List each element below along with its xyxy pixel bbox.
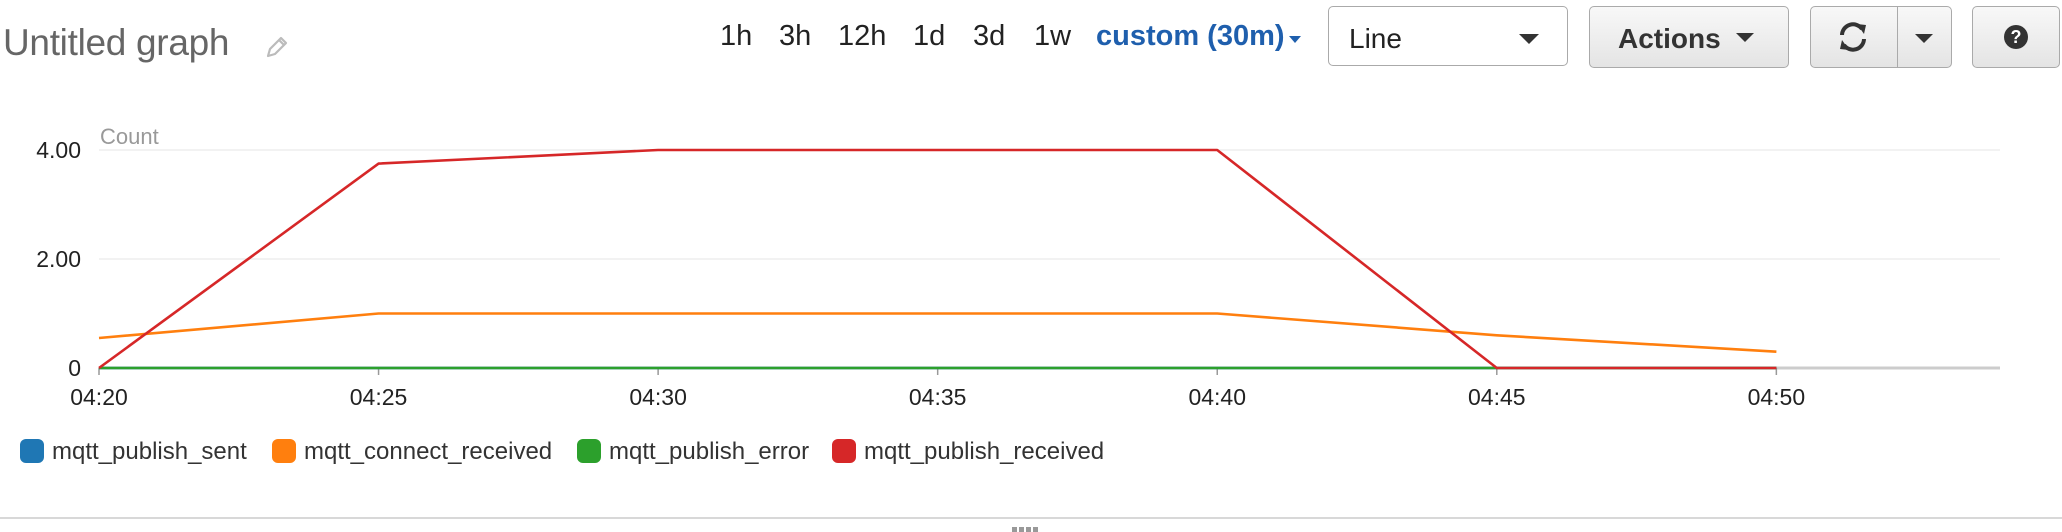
x-tick-label: 04:50 (1748, 384, 1806, 410)
chevron-down-icon[interactable] (1289, 36, 1301, 43)
caret-down-icon (1915, 34, 1933, 43)
x-tick-label: 04:40 (1188, 384, 1246, 410)
y-axis-label: Count (100, 124, 159, 149)
time-range-1d[interactable]: 1d (913, 20, 945, 53)
x-tick-label: 04:30 (629, 384, 687, 410)
line-chart: 0 2.00 4.00 Count 04:20 04:25 04:30 04:35 04:40 0… (36, 124, 2000, 410)
x-tick-label: 04:35 (909, 384, 967, 410)
graph-header: Untitled graph 1h 3h 12h 1d 3d 1w custom… (0, 0, 2062, 90)
legend-swatch (832, 439, 856, 463)
actions-button[interactable]: Actions (1589, 6, 1789, 68)
y-tick-label: 2.00 (36, 246, 81, 272)
resize-handle-icon[interactable] (1012, 527, 1038, 532)
question-icon: ? (2004, 25, 2028, 49)
time-range-3d[interactable]: 3d (973, 20, 1005, 53)
graph-title[interactable]: Untitled graph (3, 22, 229, 64)
x-tick-label: 04:25 (350, 384, 408, 410)
x-tick-label: 04:20 (70, 384, 128, 410)
refresh-button[interactable] (1810, 6, 1898, 68)
pencil-icon[interactable] (262, 32, 292, 62)
svg-text:?: ? (2011, 27, 2022, 47)
legend-label: mqtt_connect_received (304, 438, 553, 465)
view-type-select[interactable]: Line (1328, 6, 1568, 66)
y-tick-label: 0 (68, 355, 81, 381)
refresh-icon (1840, 22, 1866, 52)
series-line-mqtt-connect-received (98, 312, 1777, 353)
time-range-12h[interactable]: 12h (838, 20, 886, 53)
legend-swatch (272, 439, 296, 463)
refresh-options-button[interactable] (1897, 6, 1952, 68)
chevron-down-icon (1519, 34, 1539, 44)
time-range-1h[interactable]: 1h (720, 20, 752, 53)
y-tick-label: 4.00 (36, 137, 81, 163)
time-range-1w[interactable]: 1w (1034, 20, 1071, 53)
divider (0, 517, 2062, 519)
legend-swatch (577, 439, 601, 463)
chevron-down-icon (1736, 33, 1754, 42)
x-tick-label: 04:45 (1468, 384, 1526, 410)
legend-swatch (20, 439, 44, 463)
time-range-custom[interactable]: custom (30m) (1096, 20, 1285, 53)
legend-label: mqtt_publish_sent (52, 438, 247, 465)
legend-label: mqtt_publish_error (609, 438, 810, 465)
legend-label: mqtt_publish_received (864, 438, 1105, 465)
time-range-3h[interactable]: 3h (779, 20, 811, 53)
help-button[interactable]: ? (1972, 6, 2060, 68)
view-type-value: Line (1349, 23, 1402, 54)
actions-label: Actions (1618, 23, 1721, 54)
